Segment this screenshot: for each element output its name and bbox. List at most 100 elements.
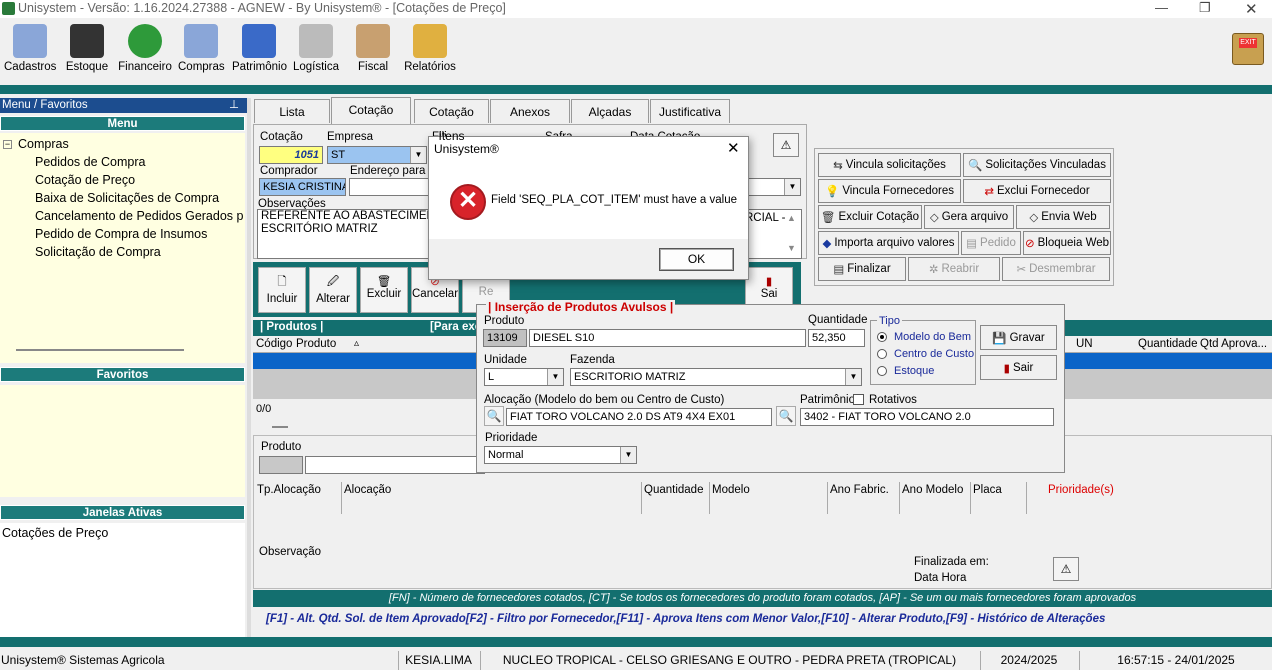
dialog-close-icon[interactable]: ✕ [727, 139, 740, 157]
toolbar-patrimônio-button[interactable]: Patrimônio [232, 24, 287, 73]
insert-panel-title: | Inserção de Produtos Avulsos | [486, 300, 676, 314]
legend-text-1: [FN] - Número de fornecedores cotados, [… [388, 592, 1137, 604]
menu-item[interactable]: Baixa de Solicitações de Compra [35, 191, 243, 205]
menu-scrollbar[interactable] [16, 349, 184, 351]
toolbar-cadastros-button[interactable]: Cadastros [4, 24, 56, 73]
chevron-down-icon[interactable]: ▼ [620, 447, 636, 463]
sidebar-splitter[interactable] [247, 98, 251, 638]
toolbar-financeiro-button[interactable]: Financeiro [117, 24, 173, 73]
tab-cotação-itens[interactable]: Cotação Itens [414, 99, 489, 143]
menu-item[interactable]: Solicitação de Compra [35, 245, 243, 259]
menu-item[interactable]: Cancelamento de Pedidos Gerados p [35, 209, 243, 223]
grid-scrollbar[interactable] [272, 426, 288, 428]
bloqueia-web-button[interactable]: ⊘ Bloqueia Web [1023, 231, 1111, 255]
pin-icon[interactable]: ⊥ [229, 98, 239, 113]
menu-item[interactable]: Pedido de Compra de Insumos [35, 227, 243, 241]
exit-icon[interactable]: EXIT [1232, 33, 1264, 65]
prioridade-select[interactable]: Normal ▼ [484, 446, 637, 464]
reabrir-button[interactable]: ✲ Reabrir [908, 257, 1000, 281]
empresa-select[interactable]: ST ▼ [327, 146, 427, 164]
tree-collapse-icon[interactable]: − [3, 140, 12, 149]
sidebar-header: Menu / Favoritos ⊥ [0, 98, 247, 113]
barcode-icon [70, 24, 104, 58]
finalizar-label: Finalizar [847, 263, 891, 275]
ins-quantidade-field[interactable]: 52,350 [808, 329, 865, 347]
excluir-button[interactable]: 🗑 Excluir [360, 267, 408, 313]
gera-arquivo-button[interactable]: ◇ Gera arquivo [924, 205, 1014, 229]
user-lookup-button[interactable]: ⚠ [773, 133, 799, 157]
ok-button[interactable]: OK [659, 248, 734, 271]
cancelar-label: Cancelar [412, 288, 459, 300]
chevron-down-icon[interactable]: ▼ [784, 179, 800, 195]
radio-dot [880, 335, 884, 339]
vincula-solicitacoes-icon: ⇆ [833, 160, 843, 172]
alocacao-search-icon[interactable]: 🔍 [484, 406, 504, 426]
alocacao-field[interactable]: FIAT TORO VOLCANO 2.0 DS AT9 4X4 EX01 [506, 408, 772, 426]
patrimonio-field[interactable]: 3402 - FIAT TORO VOLCANO 2.0 [800, 408, 1054, 426]
pedido-button[interactable]: ▤ Pedido [961, 231, 1021, 255]
finalizada-user-button[interactable]: ⚠ [1053, 557, 1079, 581]
tree-root-compras[interactable]: Compras [18, 137, 69, 151]
fazenda-select[interactable]: ESCRITORIO MATRIZ ▼ [570, 368, 862, 386]
tipo-radio-1[interactable] [877, 349, 887, 359]
col-un[interactable]: UN [1076, 338, 1093, 350]
solicitacoes-vinculadas-button[interactable]: 🔍 Solicitações Vinculadas [963, 153, 1111, 177]
produto-code-field[interactable] [259, 456, 303, 474]
reabrir-icon: ✲ [928, 264, 939, 276]
toolbar-fiscal-button[interactable]: Fiscal [355, 24, 391, 73]
alterar-button[interactable]: 🖉 Alterar [309, 267, 357, 313]
scroll-up-icon[interactable]: ▲ [787, 213, 796, 223]
tipo-radio-0[interactable] [877, 332, 887, 342]
tipo-radio-2[interactable] [877, 366, 887, 376]
ins-produto-code[interactable]: 13109 [483, 329, 527, 347]
finalizada-label: Finalizada em: [914, 556, 989, 568]
desmembrar-button[interactable]: ✂ Desmembrar [1002, 257, 1110, 281]
unidade-select[interactable]: L ▼ [484, 368, 564, 386]
favorites-title: Favoritos [0, 367, 245, 382]
bottom-divider [0, 637, 1272, 647]
col-qtd-aprovada[interactable]: Qtd Aprova... [1200, 338, 1267, 350]
tab-anexos[interactable]: Anexos [490, 99, 570, 123]
scroll-down-icon[interactable]: ▼ [787, 243, 796, 253]
tab-alçadas[interactable]: Alçadas [571, 99, 649, 123]
col-quantidade[interactable]: Quantidade [1138, 338, 1197, 350]
close-button[interactable]: ✕ [1245, 0, 1258, 18]
ins-produto-name[interactable]: DIESEL S10 [529, 329, 806, 347]
toolbar-logística-button[interactable]: Logística [291, 24, 341, 73]
produto-name-field[interactable] [305, 456, 485, 474]
cotacao-field[interactable]: 1051 [259, 146, 323, 164]
col-produto[interactable]: Produto [296, 338, 336, 350]
excluir-cotacao-button[interactable]: 🗑 Excluir Cotação [818, 205, 922, 229]
menu-item[interactable]: Cotação de Preço [35, 173, 243, 187]
toolbar-estoque-button[interactable]: Estoque [62, 24, 112, 73]
toolbar-label: Fiscal [357, 61, 389, 73]
incluir-button[interactable]: 🗋 Incluir [258, 267, 306, 313]
vincula-fornecedores-button[interactable]: 💡 Vincula Fornecedores [818, 179, 961, 203]
chevron-down-icon[interactable]: ▼ [547, 369, 563, 385]
maximize-button[interactable]: ❐ [1199, 0, 1211, 16]
envia-web-label: Envia Web [1041, 211, 1097, 223]
chevron-down-icon[interactable]: ▼ [845, 369, 861, 385]
gravar-button[interactable]: 💾 Gravar [980, 325, 1057, 350]
col-codigo[interactable]: Código [256, 338, 292, 350]
active-window-item[interactable]: Cotações de Preço [2, 526, 108, 540]
vincula-solicitacoes-button[interactable]: ⇆ Vincula solicitações [818, 153, 961, 177]
tab-lista[interactable]: Lista [254, 99, 330, 123]
observacoes-value: REFERENTE AO ABASTECIMENT ESCRITÓRIO MAT… [261, 210, 442, 235]
toolbar-relatórios-button[interactable]: Relatórios [404, 24, 456, 73]
incluir-label: Incluir [266, 293, 298, 305]
toolbar-compras-button[interactable]: Compras [178, 24, 225, 73]
sair-button[interactable]: ▮ Sair [980, 355, 1057, 380]
chevron-down-icon[interactable]: ▼ [410, 147, 426, 163]
importa-arquivo-valores-button[interactable]: ◆ Importa arquivo valores [818, 231, 959, 255]
minimize-button[interactable]: — [1155, 0, 1168, 15]
envia-web-button[interactable]: ◇ Envia Web [1016, 205, 1110, 229]
exclui-fornecedor-button[interactable]: ⇄ Exclui Fornecedor [963, 179, 1111, 203]
tab-cotação[interactable]: Cotação [331, 97, 411, 124]
comprador-field[interactable]: KESIA CRISTINA [259, 178, 346, 196]
menu-item[interactable]: Pedidos de Compra [35, 155, 243, 169]
patrimonio-search-icon[interactable]: 🔍 [776, 406, 796, 426]
tab-justificativa[interactable]: Justificativa [650, 99, 730, 123]
rotativos-checkbox[interactable] [853, 394, 864, 405]
finalizar-button[interactable]: ▤ Finalizar [818, 257, 906, 281]
